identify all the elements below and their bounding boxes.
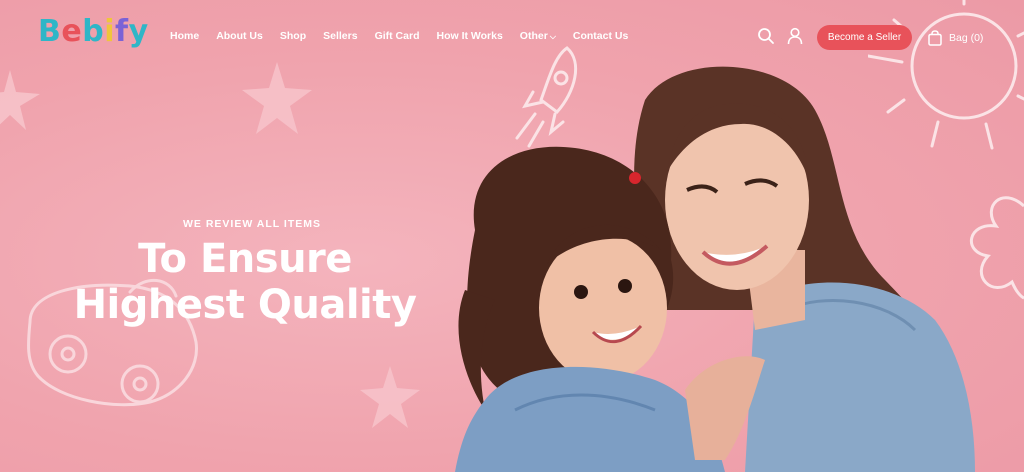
star-decoration-icon — [0, 70, 40, 130]
hero-headline-line2: Highest Quality — [73, 282, 417, 328]
nav-other-label: Other — [519, 30, 548, 42]
chevron-down-icon: ⌵ — [549, 32, 556, 41]
nav-about-us[interactable]: About Us — [216, 30, 263, 42]
star-decoration-icon — [360, 366, 420, 428]
shopping-bag-icon — [928, 30, 942, 46]
bag-label: Bag (0) — [949, 32, 984, 44]
hero-banner: Bebify Home About Us Shop Sellers Gift C… — [0, 0, 1024, 472]
main-nav: Home About Us Shop Sellers Gift Card How… — [170, 30, 645, 42]
hero-headline: To Ensure Highest Quality — [60, 236, 430, 328]
logo-letter: f — [115, 14, 129, 49]
mother-daughter-photo — [455, 66, 975, 472]
logo-letter: B — [38, 14, 62, 49]
hero-eyebrow: WE REVIEW ALL ITEMS — [182, 218, 321, 230]
nav-how-it-works[interactable]: How It Works — [436, 30, 502, 42]
nav-home[interactable]: Home — [170, 30, 199, 42]
logo-letter: b — [82, 14, 105, 49]
nav-contact-us[interactable]: Contact Us — [573, 30, 628, 42]
logo-letter: e — [61, 14, 83, 49]
search-icon[interactable] — [757, 27, 775, 45]
logo-letter: y — [128, 14, 149, 49]
site-header: Bebify Home About Us Shop Sellers Gift C… — [0, 0, 1024, 72]
hero-headline-line1: To Ensure — [138, 236, 352, 282]
user-icon[interactable] — [786, 27, 804, 45]
nav-shop[interactable]: Shop — [280, 30, 306, 42]
nav-gift-card[interactable]: Gift Card — [375, 30, 420, 42]
star-decoration-icon — [242, 62, 312, 134]
nav-sellers[interactable]: Sellers — [323, 30, 357, 42]
become-a-seller-button[interactable]: Become a Seller — [817, 25, 912, 50]
bag-button[interactable]: Bag (0) — [928, 30, 983, 46]
brand-logo[interactable]: Bebify — [38, 14, 149, 49]
nav-other[interactable]: Other ⌵ — [520, 30, 556, 42]
logo-letter: i — [104, 14, 116, 49]
